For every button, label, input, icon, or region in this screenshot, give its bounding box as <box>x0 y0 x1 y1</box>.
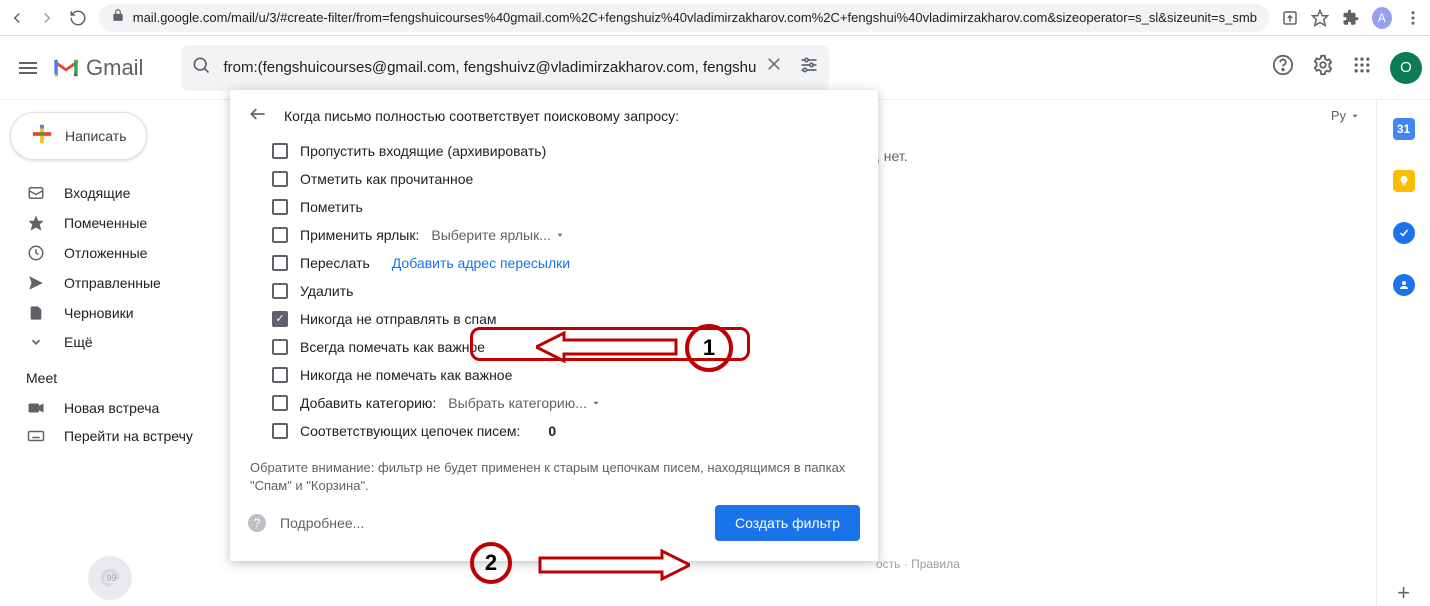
star-nav-icon <box>26 214 46 232</box>
checkbox-icon[interactable] <box>272 395 288 411</box>
filter-panel-title: Когда письмо полностью соответствует пои… <box>284 108 679 124</box>
account-avatar[interactable]: O <box>1390 52 1422 84</box>
browser-bar: mail.google.com/mail/u/3/#create-filter/… <box>0 0 1430 36</box>
settings-icon[interactable] <box>1312 54 1334 81</box>
sidebar-item-label: Помеченные <box>64 215 147 231</box>
share-icon[interactable] <box>1281 8 1299 28</box>
compose-icon <box>31 123 53 150</box>
tasks-icon[interactable] <box>1393 222 1415 244</box>
sidebar-item-join-meeting[interactable]: Перейти на встречу <box>0 422 256 450</box>
lock-icon <box>111 8 125 27</box>
gmail-logo[interactable]: Gmail <box>52 55 143 81</box>
browser-menu-icon[interactable] <box>1404 8 1422 28</box>
add-addon-icon[interactable]: + <box>1397 580 1410 606</box>
filter-opt-skip-inbox[interactable]: Пропустить входящие (архивировать) <box>248 137 860 165</box>
create-filter-button[interactable]: Создать фильтр <box>715 505 860 541</box>
url-text: mail.google.com/mail/u/3/#create-filter/… <box>133 10 1257 25</box>
hamburger-icon[interactable] <box>16 56 40 80</box>
filter-opt-apply-label[interactable]: Применить ярлык: Выберите ярлык... <box>248 221 860 249</box>
svg-text:99: 99 <box>106 573 116 583</box>
checkbox-icon[interactable] <box>272 143 288 159</box>
category-select[interactable]: Выбрать категорию... <box>448 395 601 411</box>
back-icon[interactable] <box>8 8 26 28</box>
label-select[interactable]: Выберите ярлык... <box>431 227 565 243</box>
search-options-icon[interactable] <box>799 55 819 80</box>
sidebar-item-starred[interactable]: Помеченные <box>0 208 256 238</box>
sidebar-item-label: Отправленные <box>64 275 161 291</box>
checkbox-icon[interactable] <box>272 339 288 355</box>
search-icon[interactable] <box>191 55 211 80</box>
sidebar-item-new-meeting[interactable]: Новая встреча <box>0 394 256 422</box>
camera-icon <box>26 401 46 415</box>
sidebar: Написать Входящие Помеченные Отложенные … <box>0 100 256 606</box>
filter-panel: Когда письмо полностью соответствует пои… <box>230 90 878 561</box>
sidebar-item-more[interactable]: Ещё <box>0 328 256 356</box>
reload-icon[interactable] <box>69 8 87 28</box>
compose-label: Написать <box>65 128 126 144</box>
back-arrow-icon[interactable] <box>248 104 268 127</box>
search-bar[interactable] <box>181 45 829 91</box>
add-forward-address-link[interactable]: Добавить адрес пересылки <box>392 255 570 271</box>
star-icon[interactable] <box>1311 8 1329 28</box>
keep-icon[interactable] <box>1393 170 1415 192</box>
filter-opt-category[interactable]: Добавить категорию: Выбрать категорию... <box>248 389 860 417</box>
help-icon[interactable]: ? <box>248 514 266 532</box>
sent-icon <box>26 274 46 292</box>
clock-icon <box>26 244 46 262</box>
filter-opt-matching[interactable]: Соответствующих цепочек писем: 0 <box>248 417 860 445</box>
language-switcher[interactable]: Ру <box>1331 108 1360 123</box>
checkbox-icon[interactable] <box>272 311 288 327</box>
forward-icon[interactable] <box>38 8 56 28</box>
sidebar-item-label: Перейти на встречу <box>64 428 193 444</box>
apps-icon[interactable] <box>1352 55 1372 80</box>
gmail-logo-text: Gmail <box>86 55 143 81</box>
contacts-icon[interactable] <box>1393 274 1415 296</box>
filter-opt-never-spam[interactable]: Никогда не отправлять в спам <box>248 305 860 333</box>
chevron-down-icon <box>26 335 46 349</box>
checkbox-icon[interactable] <box>272 171 288 187</box>
sidebar-item-label: Отложенные <box>64 245 147 261</box>
checkbox-icon[interactable] <box>272 367 288 383</box>
filter-note: Обратите внимание: фильтр не будет приме… <box>250 459 860 495</box>
sidebar-item-snoozed[interactable]: Отложенные <box>0 238 256 268</box>
filter-opt-star[interactable]: Пометить <box>248 193 860 221</box>
checkbox-icon[interactable] <box>272 255 288 271</box>
search-input[interactable] <box>223 59 765 76</box>
sidebar-item-sent[interactable]: Отправленные <box>0 268 256 298</box>
compose-button[interactable]: Написать <box>10 112 147 160</box>
side-panel: 31 + <box>1376 100 1430 606</box>
checkbox-icon[interactable] <box>272 199 288 215</box>
filter-opt-delete[interactable]: Удалить <box>248 277 860 305</box>
sidebar-item-label: Новая встреча <box>64 400 159 416</box>
sidebar-item-label: Ещё <box>64 334 93 350</box>
inbox-icon <box>26 184 46 202</box>
support-icon[interactable] <box>1272 54 1294 81</box>
sidebar-item-inbox[interactable]: Входящие <box>0 178 256 208</box>
drafts-icon <box>26 304 46 322</box>
keyboard-icon <box>26 429 46 443</box>
footer-legal: ость · Правила <box>876 557 960 571</box>
meet-section-title: Meet <box>0 356 256 394</box>
hangouts-icon[interactable]: 99 <box>88 556 132 600</box>
extensions-icon[interactable] <box>1341 8 1359 28</box>
sidebar-item-drafts[interactable]: Черновики <box>0 298 256 328</box>
browser-avatar[interactable]: A <box>1372 7 1392 29</box>
sidebar-item-label: Входящие <box>64 185 130 201</box>
checkbox-icon[interactable] <box>272 227 288 243</box>
calendar-icon[interactable]: 31 <box>1393 118 1415 140</box>
checkbox-icon[interactable] <box>272 283 288 299</box>
sidebar-item-label: Черновики <box>64 305 134 321</box>
background-hint-text: , нет. <box>876 148 908 164</box>
filter-opt-never-important[interactable]: Никогда не помечать как важное <box>248 361 860 389</box>
filter-opt-forward[interactable]: Переслать Добавить адрес пересылки <box>248 249 860 277</box>
filter-opt-mark-read[interactable]: Отметить как прочитанное <box>248 165 860 193</box>
clear-search-icon[interactable] <box>765 55 783 80</box>
url-bar[interactable]: mail.google.com/mail/u/3/#create-filter/… <box>99 4 1269 32</box>
checkbox-icon[interactable] <box>272 423 288 439</box>
learn-more-link[interactable]: Подробнее... <box>280 515 364 531</box>
filter-opt-always-important[interactable]: Всегда помечать как важное <box>248 333 860 361</box>
